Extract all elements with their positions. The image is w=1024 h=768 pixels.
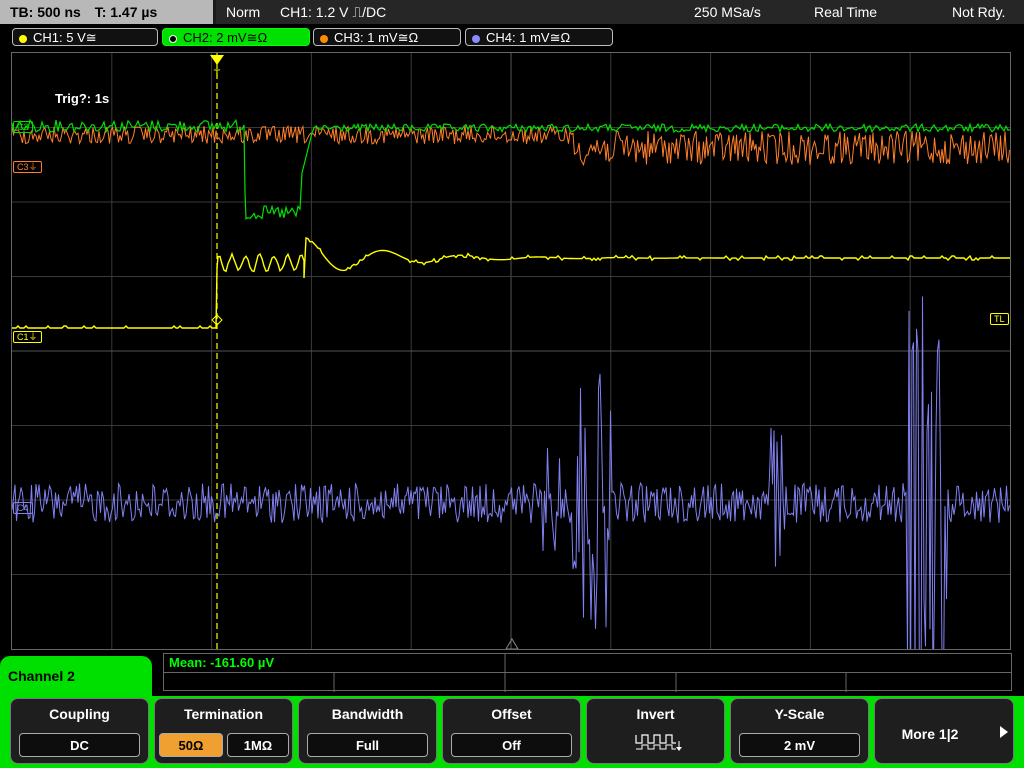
top-status-bar: TB: 500 ns T: 1.47 µs Norm CH1: 1.2 V ⎍/… [0, 0, 1024, 24]
arrow-right-icon [1000, 726, 1008, 738]
ch4-label: CH4: 1 mV≅Ω [486, 30, 571, 45]
ch1-ground-marker[interactable]: C1⏚ [13, 331, 42, 343]
ch1-color-icon [19, 34, 27, 43]
bandwidth-title: Bandwidth [331, 706, 404, 722]
ch2-label: CH2: 2 mV≅Ω [183, 30, 268, 45]
ch3-color-icon [320, 34, 328, 43]
more-softkey[interactable]: More 1|2 [874, 698, 1014, 764]
coupling-title: Coupling [49, 706, 110, 722]
timebase-box[interactable]: TB: 500 ns T: 1.47 µs [0, 0, 213, 24]
softkey-bar: Coupling DC Termination 50Ω 1MΩ Bandwidt… [0, 696, 1024, 768]
channel-3-button[interactable]: CH3: 1 mV≅Ω [313, 28, 461, 46]
acquisition-mode: Real Time [814, 4, 878, 20]
timebase-label: TB: 500 ns [10, 4, 81, 20]
waveform-canvas: T [12, 53, 1010, 649]
trigger-marker-label: T [214, 68, 221, 80]
yscale-value[interactable]: 2 mV [739, 733, 860, 757]
ch3-marker-label: C3 [17, 162, 29, 172]
termination-50ohm-option[interactable]: 50Ω [159, 733, 223, 757]
invert-softkey[interactable]: Invert [586, 698, 725, 764]
sample-rate: 250 MSa/s [694, 4, 761, 20]
channel-bar: CH1: 5 V≅ CH2: 2 mV≅Ω CH3: 1 mV≅Ω CH4: 1… [0, 26, 1024, 48]
waveform-display[interactable]: T Trig?: 1s C3⏚ C1⏚ C2 C4 TL [11, 52, 1011, 650]
ch1-marker-label: C1 [17, 332, 29, 342]
channel-2-button[interactable]: CH2: 2 mV≅Ω [162, 28, 310, 46]
termination-title: Termination [183, 706, 264, 722]
bandwidth-value[interactable]: Full [307, 733, 428, 757]
yscale-title: Y-Scale [774, 706, 825, 722]
offset-softkey[interactable]: Offset Off [442, 698, 581, 764]
ch2-ground-marker[interactable]: C2 [13, 121, 33, 133]
center-marker-icon [505, 638, 519, 649]
coupling-value[interactable]: DC [19, 733, 140, 757]
coupling-softkey[interactable]: Coupling DC [10, 698, 149, 764]
ch4-marker-label: C4 [17, 503, 29, 513]
offset-value[interactable]: Off [451, 733, 572, 757]
measurement-panel[interactable]: Mean: -161.60 µV [163, 653, 1012, 692]
trigger-level-marker[interactable]: TL [990, 313, 1009, 325]
termination-1mohm-option[interactable]: 1MΩ [227, 733, 289, 757]
ch4-color-icon [472, 34, 480, 43]
trigger-time-label: T: 1.47 µs [94, 4, 158, 20]
bandwidth-softkey[interactable]: Bandwidth Full [298, 698, 437, 764]
termination-softkey[interactable]: Termination 50Ω 1MΩ [154, 698, 293, 764]
trigger-info: CH1: 1.2 V ⎍/DC [280, 4, 387, 20]
channel-4-button[interactable]: CH4: 1 mV≅Ω [465, 28, 613, 46]
ch2-color-icon [169, 34, 177, 43]
ch1-label: CH1: 5 V≅ [33, 30, 97, 45]
trigger-level-label: TL [994, 314, 1005, 324]
invert-title: Invert [636, 706, 675, 722]
channel-menu-tab[interactable]: Channel 2 [0, 656, 152, 696]
offset-title: Offset [491, 706, 532, 722]
trigger-status-text: Trig?: 1s [55, 91, 110, 106]
channel-menu-title: Channel 2 [8, 668, 75, 684]
yscale-softkey[interactable]: Y-Scale 2 mV [730, 698, 869, 764]
ch2-marker-label: C2 [17, 122, 29, 132]
trigger-status-area[interactable]: Norm CH1: 1.2 V ⎍/DC 250 MSa/s Real Time… [216, 0, 1024, 24]
channel-1-button[interactable]: CH1: 5 V≅ [12, 28, 158, 46]
invert-waveform-icon [635, 734, 682, 751]
run-status: Not Rdy. [952, 4, 1006, 20]
ch3-ground-marker[interactable]: C3⏚ [13, 161, 42, 173]
ch3-label: CH3: 1 mV≅Ω [334, 30, 419, 45]
ch4-ground-marker[interactable]: C4 [13, 502, 33, 514]
more-label: More 1|2 [901, 726, 959, 742]
measurement-grid [333, 654, 847, 692]
trigger-mode: Norm [226, 4, 261, 20]
